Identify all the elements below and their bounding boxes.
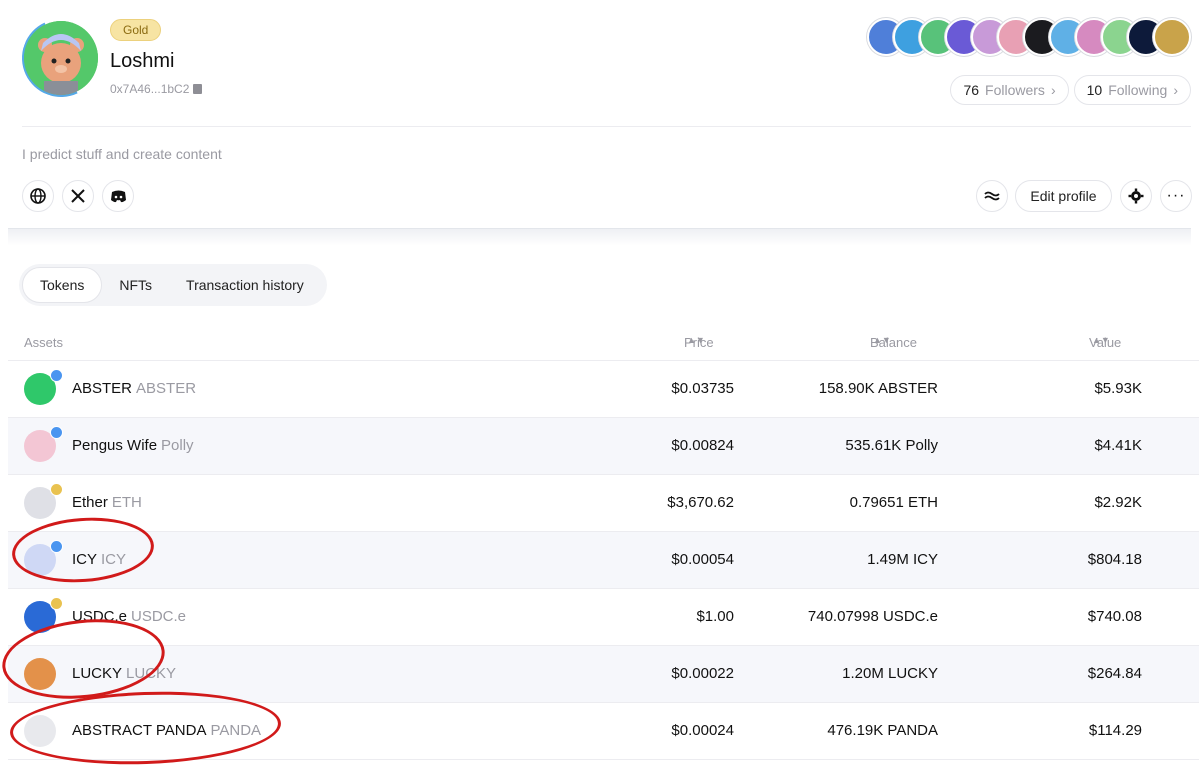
wallet-address-row: 0x7A46...1bC2 — [110, 82, 203, 96]
tab-tokens[interactable]: Tokens — [22, 267, 103, 303]
settings-button[interactable] — [1120, 180, 1152, 212]
username: Loshmi — [110, 50, 175, 72]
table-row[interactable]: Pengus Wife Polly $0.00824 535.61K Polly $4.… — [8, 418, 1199, 475]
token-balance: 158.90K ABSTER — [818, 380, 938, 397]
token-price: $0.03735 — [671, 380, 734, 397]
tier-badge: Gold — [110, 19, 162, 41]
tab-transaction-history[interactable]: Transaction history — [169, 267, 321, 303]
token-price: $1.00 — [696, 608, 734, 625]
token-value: $2.92K — [1094, 494, 1142, 511]
globe-icon — [30, 188, 46, 204]
badge-icon[interactable] — [1153, 18, 1191, 56]
badge-collection[interactable] — [867, 18, 1191, 56]
token-name: Pengus Wife Polly — [72, 437, 194, 454]
verified-icon — [50, 426, 63, 439]
token-symbol: USDC.e — [131, 608, 187, 625]
tab-nfts[interactable]: NFTs — [102, 267, 169, 303]
token-symbol: ABSTER — [136, 380, 197, 397]
asset-tabs: Tokens NFTs Transaction history — [19, 264, 327, 306]
token-price: $0.00024 — [671, 722, 734, 739]
token-value: $804.18 — [1087, 551, 1142, 568]
token-name: ABSTER ABSTER — [72, 380, 197, 397]
bio: I predict stuff and create content — [22, 146, 222, 162]
token-price: $3,670.62 — [667, 494, 734, 511]
x-button[interactable] — [62, 180, 94, 212]
token-value: $114.29 — [1088, 722, 1142, 739]
copy-icon[interactable] — [193, 84, 203, 94]
bear-avatar-icon — [24, 21, 98, 95]
table-row[interactable]: ABSTER ABSTER $0.03735 158.90K ABSTER $5.93K — [8, 361, 1199, 418]
followers-button[interactable]: 76 Followers › — [950, 75, 1069, 105]
token-value: $740.08 — [1087, 608, 1142, 625]
edit-profile-button[interactable]: Edit profile — [1015, 180, 1112, 212]
chevron-right-icon: › — [1050, 82, 1056, 98]
wave-button[interactable] — [976, 180, 1008, 212]
verified-icon — [50, 483, 63, 496]
token-value: $264.84 — [1087, 665, 1142, 682]
chevron-right-icon: › — [1173, 82, 1178, 98]
token-balance: 1.49M ICY — [867, 551, 938, 568]
following-count: 10 — [1086, 82, 1103, 98]
followers-label: Followers — [985, 82, 1045, 98]
website-button[interactable] — [22, 180, 54, 212]
sort-icon: ▲▼ — [687, 335, 705, 345]
table-row[interactable]: USDC.e USDC.e $1.00 740.07998 USDC.e $740.08 — [8, 589, 1199, 646]
token-price: $0.00824 — [671, 437, 734, 454]
verified-icon — [50, 597, 63, 610]
following-label: Following — [1108, 82, 1168, 98]
token-balance: 1.20M LUCKY — [842, 665, 938, 682]
token-value: $4.41K — [1094, 437, 1142, 454]
token-price: $0.00054 — [671, 551, 734, 568]
token-name: Ether ETH — [72, 494, 142, 511]
token-symbol: ETH — [111, 494, 142, 511]
followers-count: 76 — [963, 82, 980, 98]
avatar[interactable] — [24, 21, 98, 95]
x-logo-icon — [71, 189, 85, 203]
discord-button[interactable] — [102, 180, 134, 212]
token-price: $0.00022 — [671, 665, 734, 682]
token-balance: 0.79651 ETH — [849, 494, 938, 511]
gear-icon — [1128, 188, 1144, 204]
table-header: Assets Price ▲▼ Balance ▲▼ Value ▲▼ — [24, 335, 1122, 350]
sort-icon: ▲▼ — [873, 335, 891, 345]
token-balance: 476.19K PANDA — [827, 722, 938, 739]
more-dots-icon: ··· — [1166, 187, 1186, 204]
wave-icon — [984, 191, 1000, 201]
token-symbol: Polly — [161, 437, 194, 454]
more-options-button[interactable]: ··· — [1160, 180, 1192, 212]
discord-icon — [110, 190, 126, 202]
sort-icon: ▲▼ — [1092, 335, 1110, 345]
token-balance: 740.07998 USDC.e — [807, 608, 938, 625]
divider — [22, 126, 1191, 127]
table-row[interactable]: ICY ICY $0.00054 1.49M ICY $804.18 — [8, 532, 1199, 589]
verified-icon — [50, 369, 63, 382]
section-divider — [8, 228, 1191, 246]
token-value: $5.93K — [1094, 380, 1142, 397]
table-row[interactable]: Ether ETH $3,670.62 0.79651 ETH $2.92K — [8, 475, 1199, 532]
following-button[interactable]: 10 Following › — [1073, 75, 1191, 105]
wallet-address: 0x7A46...1bC2 — [110, 82, 190, 96]
follow-stats: 76 Followers › 10 Following › — [950, 75, 1191, 105]
token-balance: 535.61K Polly — [845, 437, 938, 454]
